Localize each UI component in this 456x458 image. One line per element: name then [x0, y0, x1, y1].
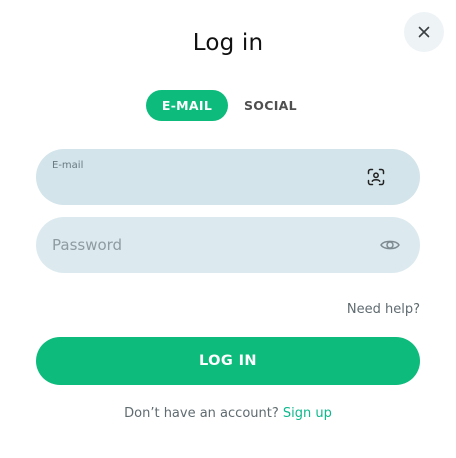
tab-social[interactable]: SOCIAL [244, 90, 297, 121]
need-help-link[interactable]: Need help? [347, 302, 420, 317]
email-input[interactable] [52, 173, 352, 193]
eye-icon[interactable] [380, 235, 400, 255]
password-field[interactable] [36, 217, 420, 273]
email-field[interactable]: E-mail [36, 149, 420, 205]
tab-email[interactable]: E-MAIL [146, 90, 228, 121]
dialog-title: Log in [192, 30, 264, 56]
email-field-label: E-mail [52, 160, 84, 171]
signup-prompt-text: Don’t have an account? [124, 406, 279, 421]
face-scan-icon[interactable] [366, 167, 386, 187]
signup-link[interactable]: Sign up [283, 406, 332, 421]
login-method-tabs: E-MAIL SOCIAL [146, 90, 297, 121]
signup-prompt-row: Don’t have an account? Sign up [0, 406, 456, 421]
password-input[interactable] [52, 235, 352, 255]
login-button[interactable]: LOG IN [36, 337, 420, 385]
